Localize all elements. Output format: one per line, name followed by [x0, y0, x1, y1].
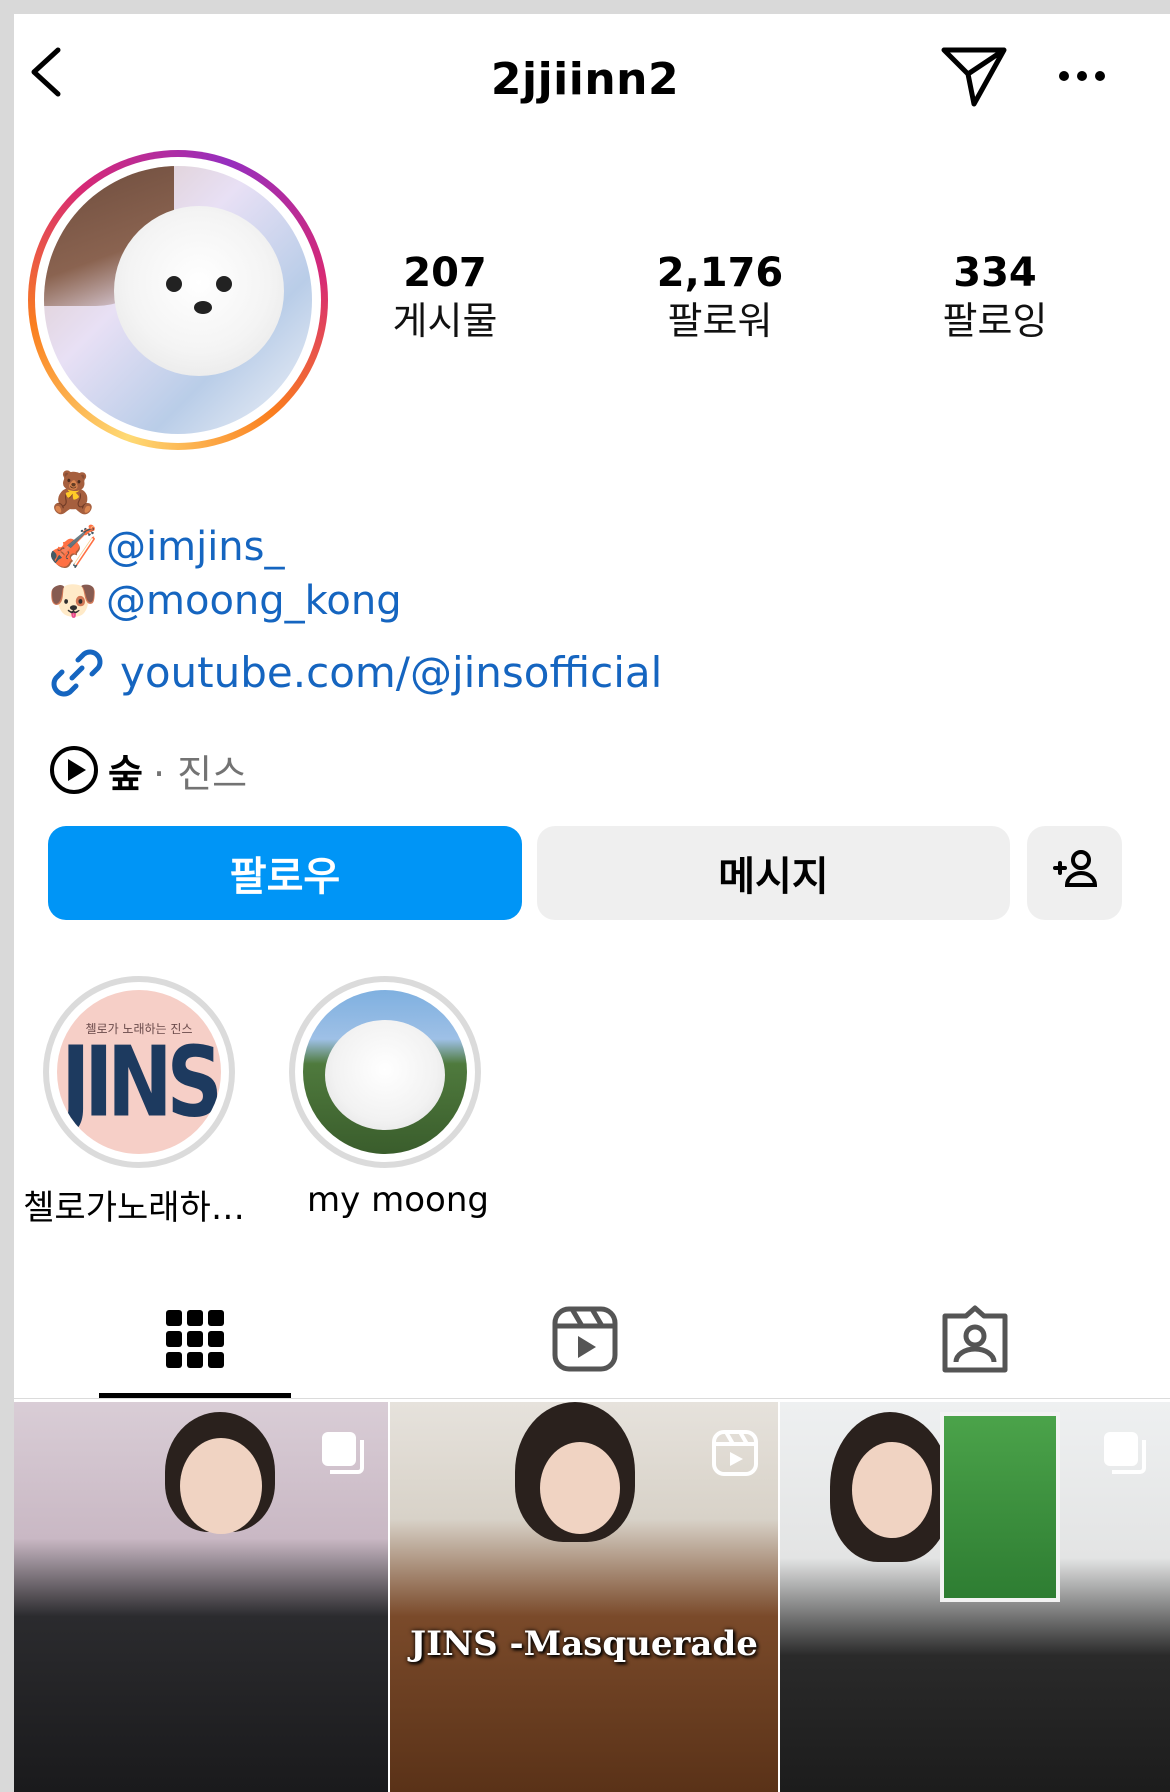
multi-photo-icon: [1100, 1428, 1150, 1478]
music-title: 숲: [108, 751, 143, 796]
violin-emoji: 🎻: [48, 524, 98, 570]
dog-face-emoji: 🐶: [48, 578, 98, 624]
avatar: [44, 166, 312, 434]
profile-avatar-story-ring[interactable]: [28, 150, 328, 450]
teddy-bear-emoji: 🧸: [48, 470, 98, 516]
stat-followers-label: 팔로워: [667, 299, 773, 343]
stat-followers[interactable]: 2,176 팔로워: [620, 250, 820, 346]
profile-music[interactable]: 숲 · 진스: [48, 742, 247, 798]
highlight-cover-title: JINS: [61, 1026, 221, 1140]
highlight-label-2: my moong: [307, 1180, 489, 1220]
highlight-jins[interactable]: 첼로가 노래하는 진스 JINS: [43, 976, 235, 1168]
add-person-icon: [1051, 848, 1099, 898]
bio-line-3: 🐶 @moong_kong: [48, 574, 402, 628]
reels-icon: [710, 1428, 760, 1478]
post-tile-3[interactable]: [780, 1402, 1170, 1792]
post-overlay-text: JINS -Masquerade: [410, 1624, 758, 1664]
post-tile-1[interactable]: [14, 1402, 388, 1792]
link-icon: [48, 644, 106, 702]
grid-icon[interactable]: [160, 1304, 230, 1374]
play-circle-icon: [48, 744, 100, 796]
stat-following-count: 334: [953, 250, 1037, 296]
highlight-label-1: 첼로가노래하…: [23, 1188, 245, 1228]
follow-button[interactable]: 팔로우: [48, 826, 522, 920]
bio-website-link[interactable]: youtube.com/@jinsofficial: [120, 648, 662, 697]
highlight-jins-cover: 첼로가 노래하는 진스 JINS: [57, 990, 221, 1154]
multi-photo-icon: [318, 1428, 368, 1478]
highlight-my-moong[interactable]: [289, 976, 481, 1168]
suggested-accounts-button[interactable]: [1027, 826, 1122, 920]
bio-mention-imjins[interactable]: @imjins_: [106, 524, 285, 570]
stat-posts-label: 게시물: [392, 299, 498, 343]
profile-screen: 2jjiinn2 207 게시물 2,176 팔로워 334 팔로잉 🧸 🎻 @i…: [14, 14, 1170, 1792]
more-horizontal-icon[interactable]: [1056, 66, 1108, 86]
stat-following[interactable]: 334 팔로잉: [895, 250, 1095, 346]
lego-tree-box: [940, 1412, 1060, 1602]
bio-line-1: 🧸: [48, 466, 106, 520]
tagged-icon[interactable]: [940, 1304, 1010, 1374]
tab-divider: [14, 1398, 1170, 1399]
bio-line-2: 🎻 @imjins_: [48, 520, 285, 574]
message-button[interactable]: 메시지: [537, 826, 1010, 920]
post-tile-2[interactable]: JINS -Masquerade: [390, 1402, 778, 1792]
music-artist: · 진스: [152, 751, 248, 796]
stat-followers-count: 2,176: [656, 250, 784, 296]
paper-plane-icon[interactable]: [938, 42, 1010, 110]
highlight-my-moong-cover: [303, 990, 467, 1154]
stat-following-label: 팔로잉: [942, 299, 1048, 343]
stat-posts-count: 207: [403, 250, 487, 296]
stat-posts[interactable]: 207 게시물: [345, 250, 545, 346]
bio-mention-moong-kong[interactable]: @moong_kong: [106, 578, 402, 624]
reels-icon[interactable]: [550, 1304, 620, 1374]
